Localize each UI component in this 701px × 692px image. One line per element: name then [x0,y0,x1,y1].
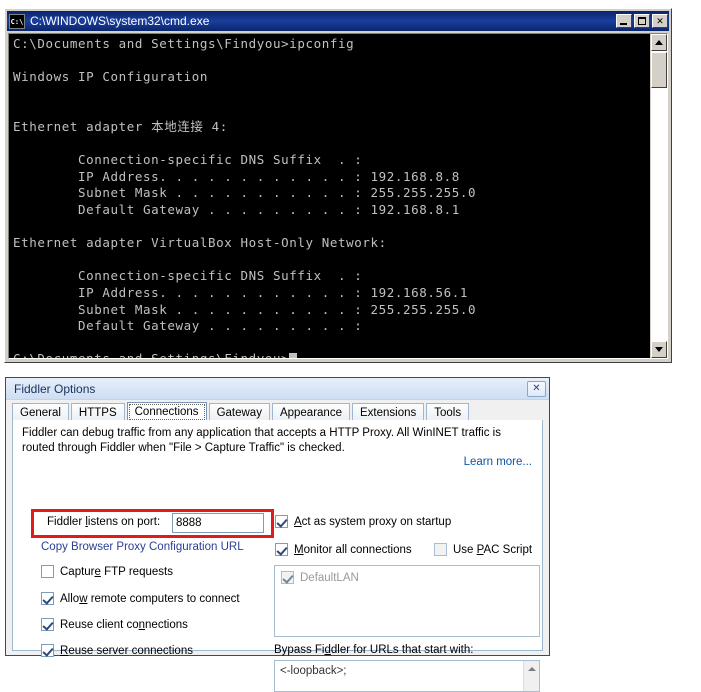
tab-connections[interactable]: Connections [126,402,207,422]
checkbox-box[interactable] [41,565,54,578]
port-label: Fiddler listens on port: [47,516,160,528]
maximize-button[interactable] [634,14,650,28]
checkbox-box[interactable] [275,543,288,556]
tab-tools[interactable]: Tools [426,403,470,421]
checkbox-act-as-system-proxy[interactable]: Act as system proxy on startup [275,515,451,528]
minimize-button[interactable] [616,14,632,28]
cmd-title-bar[interactable]: C:\ C:\WINDOWS\system32\cmd.exe ✕ [7,11,669,31]
fiddler-title-bar[interactable]: Fiddler Options ✕ [6,378,549,400]
checkbox-label: Monitor all connections [294,543,412,556]
adapter-list-box[interactable]: DefaultLAN [274,565,540,637]
cmd-window-title: C:\WINDOWS\system32\cmd.exe [30,14,210,28]
checkbox-box[interactable] [281,571,294,584]
cmd-client-area: C:\Documents and Settings\Findyou>ipconf… [8,33,668,359]
tab-extensions[interactable]: Extensions [351,403,425,421]
bypass-label: Bypass Fiddler for URLs that start with: [274,644,474,656]
checkbox-box[interactable] [434,543,447,556]
checkbox-label: Reuse server connections [60,644,193,657]
adapter-label: DefaultLAN [300,571,359,584]
checkbox-label: Allow remote computers to connect [60,592,240,605]
command-prompt-window: C:\ C:\WINDOWS\system32\cmd.exe ✕ C:\Doc… [4,8,672,363]
scroll-down-arrow-icon[interactable] [651,341,667,358]
console-scrollbar[interactable] [650,34,667,358]
scrollbar-thumb[interactable] [651,52,667,88]
learn-more-link[interactable]: Learn more... [464,456,532,468]
bypass-scrollbar[interactable] [523,661,539,691]
scroll-up-arrow-icon[interactable] [524,661,539,676]
options-tabstrip: General HTTPS Connections Gateway Appear… [12,402,543,422]
checkbox-box[interactable] [41,618,54,631]
bypass-urls-textarea[interactable]: <-loopback>; [274,660,540,692]
tab-gateway[interactable]: Gateway [208,403,270,421]
checkbox-label: Reuse client connections [60,618,188,631]
port-label-pre: Fiddler [47,516,86,528]
tab-appearance[interactable]: Appearance [271,403,350,421]
console-cursor [289,353,298,358]
port-label-post: istens on port: [87,516,161,528]
cmd-icon[interactable]: C:\ [9,13,25,29]
copy-proxy-url-link[interactable]: Copy Browser Proxy Configuration URL [41,541,244,553]
checkbox-monitor-all-connections[interactable]: Monitor all connections [275,543,412,556]
connections-description: Fiddler can debug traffic from any appli… [22,427,501,454]
scrollbar-track[interactable] [651,51,667,341]
tab-general[interactable]: General [12,403,69,421]
connections-tab-page: Fiddler can debug traffic from any appli… [12,420,543,692]
fiddler-options-dialog: Fiddler Options ✕ General HTTPS Connecti… [5,377,550,692]
console-output[interactable]: C:\Documents and Settings\Findyou>ipconf… [9,34,650,358]
checkbox-box[interactable] [275,515,288,528]
tab-https[interactable]: HTTPS [70,403,125,421]
bypass-urls-value: <-loopback>; [280,665,347,677]
checkbox-box[interactable] [41,592,54,605]
checkbox-label: Act as system proxy on startup [294,515,452,528]
checkbox-label: Capture FTP requests [60,565,173,578]
close-button[interactable]: ✕ [652,14,668,28]
port-input[interactable] [172,513,264,533]
fiddler-close-icon[interactable]: ✕ [527,380,546,397]
console-text: C:\Documents and Settings\Findyou>ipconf… [13,36,477,358]
scroll-up-arrow-icon[interactable] [651,34,667,51]
fiddler-dialog-title: Fiddler Options [14,381,96,396]
checkbox-reuse-client-connections[interactable]: Reuse client connections [41,618,188,631]
list-item[interactable]: DefaultLAN [281,571,359,584]
checkbox-use-pac-script[interactable]: Use PAC Script [434,543,532,556]
checkbox-label: Use PAC Script [453,543,533,556]
checkbox-allow-remote-computers[interactable]: Allow remote computers to connect [41,592,240,605]
checkbox-reuse-server-connections[interactable]: Reuse server connections [41,644,193,657]
checkbox-box[interactable] [41,644,54,657]
checkbox-capture-ftp-requests[interactable]: Capture FTP requests [41,565,173,578]
